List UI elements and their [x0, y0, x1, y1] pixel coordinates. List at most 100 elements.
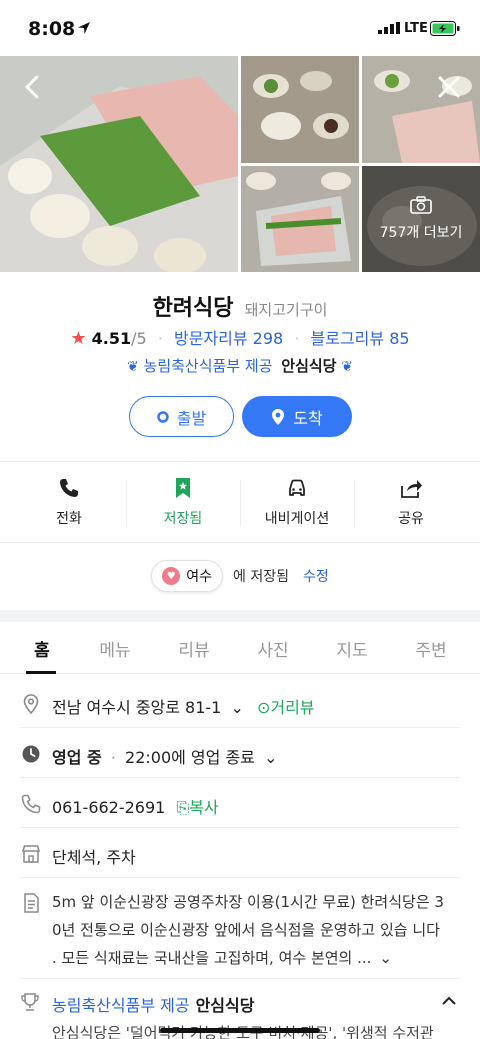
- copy-icon: ⎘: [176, 798, 190, 817]
- chevron-down-icon[interactable]: ⌄: [379, 949, 392, 967]
- tab-photos[interactable]: 사진: [233, 636, 313, 661]
- place-header: 한려식당 돼지고기구이: [0, 290, 480, 322]
- gallery-photo[interactable]: [241, 166, 359, 272]
- food-photo-image: [241, 56, 359, 163]
- save-label: 저장됨: [163, 511, 203, 527]
- camera-icon: [410, 196, 432, 214]
- description-line: 5m 앞 이순신광장 공영주차장 이용(1시간 무료) 한려식당은 3: [52, 893, 444, 911]
- divider: [20, 777, 460, 778]
- blog-review-link[interactable]: 블로그리뷰 85: [311, 329, 410, 348]
- start-route-label: 출발: [176, 408, 207, 428]
- tab-home[interactable]: 홈: [2, 636, 82, 661]
- share-label: 공유: [398, 511, 424, 527]
- tab-reviews[interactable]: 리뷰: [154, 636, 234, 661]
- description[interactable]: 5m 앞 이순신광장 공영주차장 이용(1시간 무료) 한려식당은 3 0년 전…: [52, 888, 460, 972]
- main-photo[interactable]: [0, 56, 238, 272]
- star-icon: ★: [70, 328, 87, 349]
- separator-dot: ·: [157, 329, 163, 348]
- saved-suffix: 에 저장됨: [233, 569, 289, 585]
- navigation-label: 내비게이션: [264, 511, 330, 527]
- phone-row[interactable]: 061-662-2691 ⎘복사: [0, 779, 480, 829]
- gallery-more[interactable]: [362, 166, 480, 272]
- place-name: 한려식당: [152, 296, 234, 321]
- street-view-pin-icon: ⊙: [256, 698, 271, 717]
- description-line: . 모든 식재료는 국내산을 고집하며, 여수 본연의 ...: [52, 949, 372, 967]
- edit-saved-link[interactable]: 수정: [303, 566, 329, 586]
- saved-folder-chip[interactable]: ♥ 여수: [151, 560, 223, 592]
- save-button[interactable]: 저장됨: [126, 474, 240, 534]
- place-category: 돼지고기구이: [244, 301, 328, 319]
- share-button[interactable]: 공유: [354, 474, 468, 534]
- address-text: 전남 여수시 중앙로 81-1: [52, 698, 222, 717]
- street-view-link[interactable]: 거리뷰: [270, 698, 314, 717]
- divider: [0, 461, 480, 462]
- laurel-left-icon: ❦: [127, 359, 139, 375]
- saved-info: ♥ 여수 에 저장됨 수정: [0, 560, 480, 592]
- chevron-down-icon[interactable]: ⌄: [230, 698, 243, 717]
- trophy-icon: [21, 993, 39, 1011]
- location-pin-icon: [272, 408, 285, 425]
- location-arrow-icon: [78, 22, 90, 34]
- bookmark-icon: [176, 478, 190, 498]
- phone-number[interactable]: 061-662-2691: [52, 798, 165, 817]
- hours-status: 영업 중: [52, 748, 102, 767]
- food-photo-image: [362, 166, 480, 272]
- store-icon: [21, 845, 41, 863]
- gallery-photo[interactable]: [362, 56, 480, 163]
- status-bar: 8:08 LTE: [0, 0, 480, 56]
- gallery-photo[interactable]: [241, 56, 359, 163]
- tab-nearby[interactable]: 주변: [391, 636, 471, 661]
- separator-dot: ·: [110, 748, 116, 767]
- share-icon: [401, 480, 422, 498]
- back-icon[interactable]: [18, 72, 48, 102]
- hours-row[interactable]: 영업 중 · 22:00에 영업 종료 ⌄: [0, 729, 480, 779]
- copy-button[interactable]: 복사: [189, 798, 218, 817]
- start-route-button[interactable]: 출발: [129, 396, 234, 437]
- cert-section-prefix: 농림축산식품부 제공: [52, 996, 190, 1015]
- divider: [20, 827, 460, 828]
- call-button[interactable]: 전화: [12, 474, 126, 534]
- document-icon: [24, 893, 39, 913]
- address-row[interactable]: 전남 여수시 중앙로 81-1 ⌄ ⊙거리뷰: [0, 679, 480, 729]
- more-photos-label[interactable]: 757개 더보기: [362, 222, 480, 242]
- heart-icon: ♥: [162, 567, 181, 585]
- battery-icon: [430, 21, 460, 36]
- rating-max: /5: [131, 329, 147, 348]
- cert-section-name: 안심식당: [195, 996, 255, 1015]
- certification-badge[interactable]: ❦ 농림축산식품부 제공 안심식당 ❦: [0, 355, 480, 376]
- facilities-row: 단체석, 주차: [0, 829, 480, 879]
- description-line: 0년 전통으로 이순신광장 앞에서 음식점을 운영하고 있습 니다: [52, 921, 440, 939]
- origin-dot-icon: [157, 410, 169, 423]
- chevron-up-icon[interactable]: [440, 992, 458, 1010]
- rating-row: ★ 4.51/5 · 방문자리뷰 298 · 블로그리뷰 85: [0, 325, 480, 349]
- tab-map[interactable]: 지도: [312, 636, 392, 661]
- network-label: LTE: [404, 21, 428, 36]
- navigation-button[interactable]: 내비게이션: [240, 474, 354, 534]
- phone-outline-icon: [21, 794, 41, 814]
- photo-gallery[interactable]: 757개 더보기: [0, 56, 480, 272]
- section-gap: [0, 610, 480, 622]
- cert-name: 안심식당: [281, 357, 337, 375]
- divider: [0, 542, 480, 543]
- divider: [20, 978, 460, 979]
- home-indicator[interactable]: [160, 1028, 320, 1033]
- clock-icon: [22, 745, 40, 763]
- hours-detail: 22:00에 영업 종료: [125, 748, 255, 767]
- active-tab-indicator: [26, 671, 56, 674]
- tab-menu[interactable]: 메뉴: [75, 636, 155, 661]
- arrive-route-label: 도착: [293, 408, 323, 428]
- tab-bar: 홈 메뉴 리뷰 사진 지도 주변: [0, 622, 480, 674]
- separator-dot: ·: [294, 329, 300, 348]
- call-label: 전화: [56, 511, 82, 527]
- facilities-text: 단체석, 주차: [52, 848, 136, 867]
- phone-icon: [60, 479, 78, 497]
- arrive-route-button[interactable]: 도착: [242, 396, 352, 437]
- close-icon[interactable]: [434, 72, 464, 102]
- cert-prefix: 농림축산식품부 제공: [143, 357, 273, 375]
- divider: [20, 877, 460, 878]
- visitor-review-link[interactable]: 방문자리뷰 298: [174, 329, 283, 348]
- saved-folder-name: 여수: [186, 569, 212, 585]
- food-photo-image: [241, 166, 359, 272]
- signal-icon: [378, 22, 400, 34]
- chevron-down-icon[interactable]: ⌄: [264, 748, 277, 767]
